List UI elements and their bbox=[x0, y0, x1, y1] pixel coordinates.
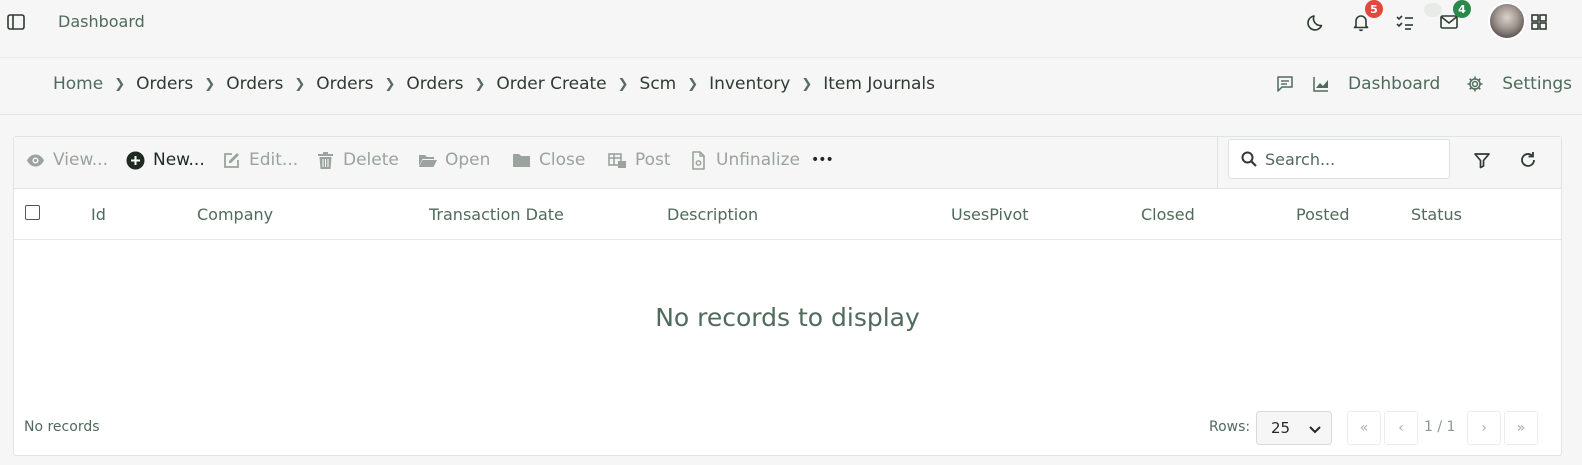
comment-icon[interactable] bbox=[1276, 75, 1294, 93]
column-header-company[interactable]: Company bbox=[197, 205, 273, 224]
breadcrumb-item-orders[interactable]: Orders bbox=[316, 74, 373, 94]
chevron-right-icon: ❯ bbox=[687, 76, 699, 92]
plus-circle-icon bbox=[126, 151, 145, 170]
breadcrumb-item-order-create[interactable]: Order Create bbox=[496, 74, 606, 94]
column-header-usespivot[interactable]: UsesPivot bbox=[951, 205, 1029, 224]
breadcrumb-item-item-journals: Item Journals bbox=[823, 74, 936, 94]
page-actions: Dashboard Settings bbox=[1276, 74, 1572, 94]
eye-icon bbox=[26, 151, 45, 170]
column-header-transaction-date[interactable]: Transaction Date bbox=[429, 205, 564, 224]
toolbar-divider bbox=[1217, 137, 1218, 189]
empty-state-message: No records to display bbox=[655, 303, 920, 332]
chevron-right-icon: ❯ bbox=[801, 76, 813, 92]
search-input[interactable] bbox=[1265, 149, 1435, 169]
post-button[interactable]: Post bbox=[608, 150, 671, 170]
chevron-right-icon: ❯ bbox=[114, 76, 126, 92]
apps-grid-icon[interactable] bbox=[1528, 11, 1550, 33]
app-title[interactable]: Dashboard bbox=[58, 12, 145, 31]
file-icon bbox=[689, 150, 708, 170]
breadcrumb-bar: Home ❯ Orders ❯ Orders ❯ Orders ❯ Orders… bbox=[0, 57, 1582, 115]
next-page-button[interactable]: › bbox=[1467, 411, 1501, 445]
folder-open-icon bbox=[418, 151, 437, 170]
page-info: 1 / 1 bbox=[1424, 419, 1456, 435]
rows-per-page-select[interactable]: 25 bbox=[1256, 411, 1332, 445]
mail-badge: 4 bbox=[1453, 0, 1471, 18]
mail-icon[interactable]: 4 bbox=[1438, 0, 1471, 33]
breadcrumb-item-inventory[interactable]: Inventory bbox=[709, 74, 790, 94]
filter-icon[interactable] bbox=[1472, 150, 1492, 170]
delete-button[interactable]: Delete bbox=[316, 150, 399, 170]
column-header-id[interactable]: Id bbox=[91, 205, 106, 224]
dashboard-link[interactable]: Dashboard bbox=[1348, 74, 1440, 94]
delete-button-label: Delete bbox=[343, 150, 399, 170]
chevron-right-icon: ❯ bbox=[384, 76, 396, 92]
refresh-icon[interactable] bbox=[1518, 150, 1538, 170]
unfinalize-button-label: Unfinalize bbox=[716, 150, 800, 170]
close-button-label: Close bbox=[539, 150, 586, 170]
notifications-badge: 5 bbox=[1365, 0, 1383, 18]
chevron-right-icon: ❯ bbox=[294, 76, 306, 92]
sidebar-toggle-icon[interactable] bbox=[6, 12, 26, 32]
new-button-label: New... bbox=[153, 150, 205, 170]
search-box[interactable] bbox=[1228, 139, 1450, 179]
new-button[interactable]: New... bbox=[126, 150, 205, 170]
records-count: No records bbox=[24, 419, 100, 435]
chart-icon[interactable] bbox=[1312, 75, 1330, 93]
breadcrumb-item-scm[interactable]: Scm bbox=[640, 74, 677, 94]
view-button-label: View... bbox=[53, 150, 108, 170]
unfinalize-button[interactable]: Unfinalize bbox=[689, 150, 800, 170]
last-page-button[interactable]: » bbox=[1504, 411, 1538, 445]
edit-button-label: Edit... bbox=[249, 150, 299, 170]
breadcrumb: Home ❯ Orders ❯ Orders ❯ Orders ❯ Orders… bbox=[53, 74, 935, 94]
chevron-right-icon: ❯ bbox=[617, 76, 629, 92]
edit-icon bbox=[222, 151, 241, 170]
previous-page-button[interactable]: ‹ bbox=[1384, 411, 1418, 445]
data-grid-panel: View... New... Edit... Delete Open Close… bbox=[13, 136, 1562, 456]
rows-label: Rows: bbox=[1209, 419, 1251, 435]
first-page-button[interactable]: « bbox=[1347, 411, 1381, 445]
rows-per-page-value: 25 bbox=[1271, 419, 1291, 437]
tasks-icon[interactable] bbox=[1394, 11, 1416, 33]
breadcrumb-item-home[interactable]: Home bbox=[53, 74, 103, 94]
breadcrumb-item-orders[interactable]: Orders bbox=[136, 74, 193, 94]
settings-link[interactable]: Settings bbox=[1502, 74, 1572, 94]
view-button[interactable]: View... bbox=[26, 150, 108, 170]
open-button-label: Open bbox=[445, 150, 491, 170]
bell-icon[interactable]: 5 bbox=[1350, 0, 1383, 33]
column-header-posted[interactable]: Posted bbox=[1296, 205, 1349, 224]
close-button[interactable]: Close bbox=[512, 150, 585, 170]
table-post-icon bbox=[608, 151, 627, 170]
breadcrumb-item-orders[interactable]: Orders bbox=[226, 74, 283, 94]
avatar[interactable] bbox=[1488, 2, 1526, 40]
open-button[interactable]: Open bbox=[418, 150, 490, 170]
more-actions-button[interactable]: ••• bbox=[811, 152, 834, 168]
chevron-right-icon: ❯ bbox=[204, 76, 216, 92]
chevron-down-icon bbox=[1308, 422, 1322, 436]
post-button-label: Post bbox=[635, 150, 671, 170]
column-header-status[interactable]: Status bbox=[1411, 205, 1462, 224]
table-header: Id Company Transaction Date Description … bbox=[14, 190, 1561, 240]
select-all-checkbox[interactable] bbox=[25, 205, 40, 220]
folder-icon bbox=[512, 151, 531, 170]
column-header-closed[interactable]: Closed bbox=[1141, 205, 1195, 224]
breadcrumb-item-orders[interactable]: Orders bbox=[406, 74, 463, 94]
moon-icon[interactable] bbox=[1306, 11, 1328, 33]
top-bar: Dashboard 5 4 bbox=[0, 0, 1582, 44]
column-header-description[interactable]: Description bbox=[667, 205, 758, 224]
search-icon bbox=[1241, 151, 1257, 167]
grid-toolbar: View... New... Edit... Delete Open Close… bbox=[14, 137, 1561, 189]
gear-icon[interactable] bbox=[1466, 75, 1484, 93]
chevron-right-icon: ❯ bbox=[474, 76, 486, 92]
trash-icon bbox=[316, 151, 335, 170]
edit-button[interactable]: Edit... bbox=[222, 150, 298, 170]
